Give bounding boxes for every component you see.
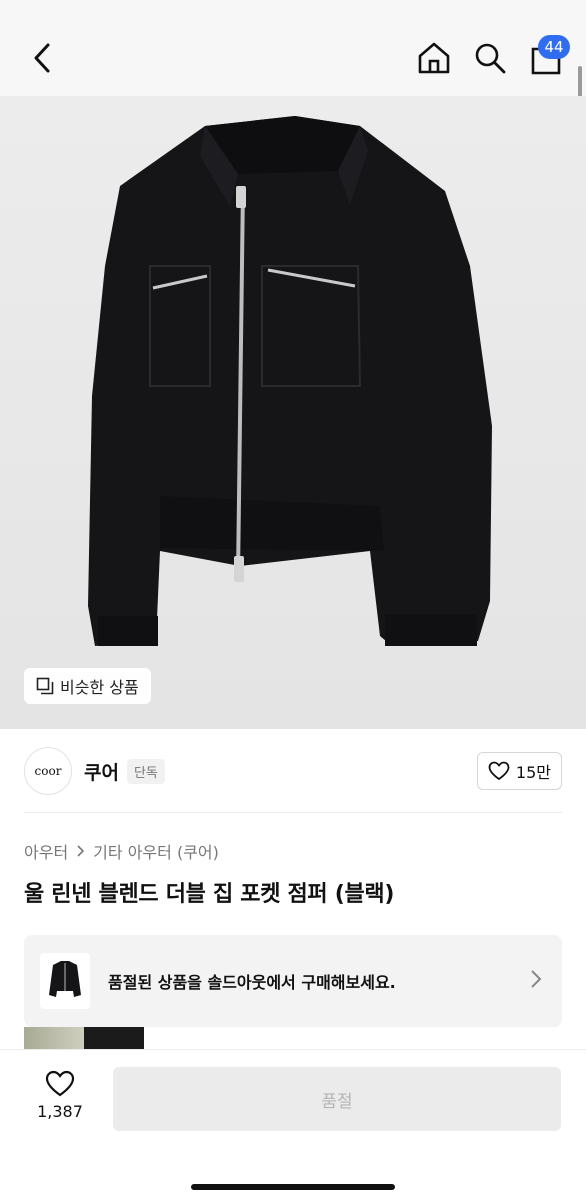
- cart-button[interactable]: 44: [528, 35, 570, 78]
- back-button[interactable]: [24, 38, 60, 78]
- brand-name[interactable]: 쿠어: [84, 758, 119, 785]
- heart-icon: [488, 761, 510, 781]
- related-images-strip[interactable]: [24, 1027, 144, 1049]
- similar-products-label: 비슷한 상품: [60, 678, 139, 697]
- breadcrumb: 아우터 기타 아우터 (쿠어): [24, 839, 219, 863]
- jacket-thumbnail: [49, 961, 81, 997]
- chevron-right-icon: [77, 845, 85, 857]
- chevron-right-icon: [531, 970, 542, 988]
- home-button[interactable]: [416, 38, 452, 78]
- brand-like-button[interactable]: 15만: [476, 752, 562, 790]
- related-image: [84, 1027, 144, 1049]
- product-title: 울 린넨 블렌드 더블 집 포켓 점퍼 (블랙): [24, 882, 395, 907]
- brand-like-count: 15만: [515, 763, 551, 782]
- divider: [24, 812, 562, 813]
- jacket-image: [88, 116, 492, 646]
- soldout-banner-text: 품절된 상품을 솔드아웃에서 구매해보세요.: [108, 973, 396, 992]
- brand-row: coor 쿠어 단독 15만: [24, 746, 562, 796]
- brand-logo[interactable]: coor: [24, 747, 72, 795]
- cart-count-badge: 44: [538, 35, 570, 59]
- similar-products-button[interactable]: 비슷한 상품: [24, 668, 151, 704]
- heart-icon: [45, 1070, 75, 1097]
- product-image[interactable]: [0, 96, 586, 729]
- bottom-action-bar: 1,387 품절: [0, 1049, 586, 1200]
- banner-thumbnail: [40, 953, 90, 1009]
- search-icon: [475, 43, 506, 74]
- home-indicator: [191, 1184, 395, 1190]
- brand-logo-text: coor: [34, 764, 62, 778]
- top-actions: 44: [416, 35, 570, 78]
- soldout-purchase-button[interactable]: 품절: [113, 1067, 561, 1131]
- search-button[interactable]: [472, 38, 508, 78]
- breadcrumb-item[interactable]: 기타 아우터 (쿠어): [93, 839, 219, 863]
- wish-button[interactable]: 1,387: [30, 1070, 90, 1121]
- back-icon: [34, 43, 50, 73]
- top-nav-bar: 44: [0, 0, 586, 96]
- breadcrumb-item[interactable]: 아우터: [24, 839, 68, 863]
- related-image: [24, 1027, 84, 1049]
- home-icon: [418, 42, 450, 74]
- wish-count: 1,387: [37, 1102, 83, 1121]
- soldout-banner[interactable]: 품절된 상품을 솔드아웃에서 구매해보세요.: [24, 935, 562, 1027]
- exclusive-tag: 단독: [126, 758, 165, 784]
- similar-icon: [36, 677, 54, 695]
